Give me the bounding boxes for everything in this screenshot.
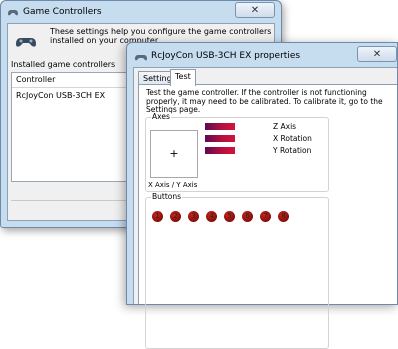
list-item[interactable]: RcJoyCon USB-3CH EX [16, 91, 105, 100]
tab-test[interactable]: Test [170, 69, 196, 86]
xy-axis-label: X Axis / Y Axis [148, 181, 198, 189]
window-title: Game Controllers [23, 7, 102, 17]
x-rotation-bar [205, 135, 235, 142]
instructions-text: Test the game controller. If the control… [146, 88, 383, 114]
button-indicator-8: 8 [278, 211, 289, 222]
axes-group: Axes + X Axis / Y Axis Z Axis X Rotation… [145, 112, 329, 192]
xy-axis-box: + [150, 130, 198, 178]
button-indicator-3: 3 [188, 211, 199, 222]
button-indicator-5: 5 [224, 211, 235, 222]
button-indicator-2: 2 [170, 211, 181, 222]
y-rotation-label: Y Rotation [273, 146, 312, 155]
x-rotation-label: X Rotation [273, 134, 312, 143]
button-indicator-6: 6 [242, 211, 253, 222]
button-indicator-7: 7 [260, 211, 271, 222]
buttons-group-label: Buttons [151, 192, 183, 201]
z-axis-bar [205, 123, 235, 130]
title-bar[interactable]: Game Controllers ✕ [1, 1, 281, 23]
gamepad-icon [8, 10, 18, 16]
properties-window: RcJoyCon USB-3CH EX properties ✕ Setting… [126, 42, 398, 349]
installed-controllers-label: Installed game controllers [11, 60, 116, 69]
controller-icon [135, 55, 147, 61]
close-button[interactable]: ✕ [357, 46, 397, 62]
crosshair-icon: + [169, 147, 179, 160]
y-rotation-bar [205, 147, 235, 154]
window-client: Settings Test Test the game controller. … [133, 67, 397, 349]
joystick-icon [16, 38, 36, 47]
close-button[interactable]: ✕ [235, 2, 275, 18]
test-tab-panel: Test the game controller. If the control… [138, 84, 397, 349]
button-indicator-1: 1 [152, 211, 163, 222]
window-title: RcJoyCon USB-3CH EX properties [151, 51, 301, 61]
button-indicator-4: 4 [206, 211, 217, 222]
axes-group-label: Axes [151, 112, 171, 121]
buttons-group: Buttons 1 2 3 4 5 6 7 8 [145, 192, 329, 349]
z-axis-label: Z Axis [273, 122, 297, 131]
